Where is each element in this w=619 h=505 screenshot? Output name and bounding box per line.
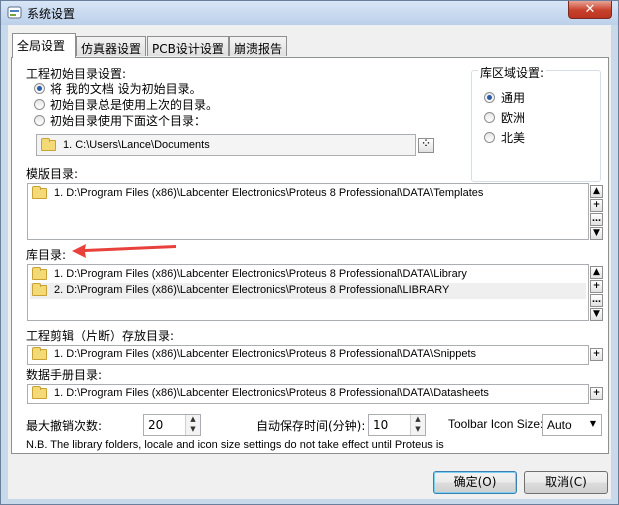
ok-button[interactable]: 确定(O) bbox=[433, 471, 517, 494]
templates-move-down-button[interactable]: ▼ bbox=[590, 227, 603, 240]
radio-custom-dir-label: 初始目录使用下面这个目录： bbox=[50, 114, 207, 128]
plus-icon: + bbox=[592, 200, 601, 210]
close-icon: ✕ bbox=[584, 2, 596, 17]
folder-icon bbox=[32, 386, 47, 399]
close-button[interactable]: ✕ bbox=[568, 1, 612, 19]
list-item[interactable]: 1. D:\Program Files (x86)\Labcenter Elec… bbox=[30, 347, 586, 363]
dialog-client: 全局设置 仿真器设置 PCB设计设置 崩溃报告 工程初始目录设置: 将 我的文档… bbox=[8, 25, 611, 499]
radio-locale-generic-label: 通用 bbox=[501, 91, 526, 105]
app-icon bbox=[7, 6, 22, 19]
snippets-list[interactable]: 1. D:\Program Files (x86)\Labcenter Elec… bbox=[27, 345, 589, 365]
templates-label: 模版目录: bbox=[26, 167, 79, 181]
templates-move-up-button[interactable]: ▲ bbox=[590, 185, 603, 198]
snippets-label: 工程剪辑（片断）存放目录: bbox=[26, 329, 175, 343]
arrow-up-icon: ▲ bbox=[593, 267, 600, 277]
list-item-path: 1. D:\Program Files (x86)\Labcenter Elec… bbox=[54, 387, 489, 399]
templates-list[interactable]: 1. D:\Program Files (x86)\Labcenter Elec… bbox=[27, 183, 589, 240]
list-item[interactable]: 1. D:\Program Files (x86)\Labcenter Elec… bbox=[30, 186, 586, 202]
init-dir-path: 1. C:\Users\Lance\Documents bbox=[63, 139, 210, 151]
library-add-button[interactable]: + bbox=[590, 280, 603, 293]
folder-icon bbox=[41, 138, 56, 151]
library-edit-button[interactable]: … bbox=[590, 294, 603, 307]
templates-edit-button[interactable]: … bbox=[590, 213, 603, 226]
templates-add-button[interactable]: + bbox=[590, 199, 603, 212]
list-item[interactable]: 2. D:\Program Files (x86)\Labcenter Elec… bbox=[30, 283, 586, 299]
radio-locale-north-america[interactable] bbox=[484, 132, 495, 143]
title-bar[interactable]: 系统设置 ✕ bbox=[1, 1, 618, 25]
browse-button[interactable]: ⁘ bbox=[418, 138, 434, 153]
tab-pcb[interactable]: PCB设计设置 bbox=[147, 36, 229, 56]
tab-label: 崩溃报告 bbox=[234, 42, 283, 56]
ellipsis-icon: … bbox=[592, 295, 601, 305]
radio-my-documents[interactable] bbox=[34, 83, 45, 94]
arrow-down-icon: ▼ bbox=[593, 309, 600, 319]
radio-locale-north-america-label: 北美 bbox=[501, 131, 526, 145]
radio-locale-generic[interactable] bbox=[484, 92, 495, 103]
folder-icon bbox=[32, 347, 47, 360]
spin-down-icon[interactable]: ▼ bbox=[411, 425, 425, 435]
list-item[interactable]: 1. D:\Program Files (x86)\Labcenter Elec… bbox=[30, 267, 586, 283]
browse-icon: ⁘ bbox=[422, 139, 430, 149]
library-list[interactable]: 1. D:\Program Files (x86)\Labcenter Elec… bbox=[27, 264, 589, 321]
toolbar-icon-size-label: Toolbar Icon Size: bbox=[448, 417, 544, 431]
radio-my-documents-label: 将 我的文档 设为初始目录。 bbox=[50, 82, 202, 96]
folder-icon bbox=[32, 267, 47, 280]
radio-locale-europe-label: 欧洲 bbox=[501, 111, 526, 125]
undo-count-spinner[interactable]: 20 ▲ ▼ bbox=[143, 414, 201, 436]
locale-group bbox=[471, 70, 601, 182]
autosave-label: 自动保存时间(分钟): bbox=[256, 419, 366, 433]
red-arrow-icon bbox=[72, 244, 176, 258]
radio-last-dir[interactable] bbox=[34, 99, 45, 110]
undo-label: 最大撤销次数: bbox=[26, 419, 103, 433]
radio-last-dir-label: 初始目录总是使用上次的目录。 bbox=[50, 98, 219, 112]
cancel-button[interactable]: 取消(C) bbox=[524, 471, 608, 494]
library-move-down-button[interactable]: ▼ bbox=[590, 308, 603, 321]
restart-note: N.B. The library folders, locale and ico… bbox=[26, 439, 446, 451]
init-dir-path-field[interactable]: 1. C:\Users\Lance\Documents bbox=[36, 134, 416, 156]
list-item-path: 1. D:\Program Files (x86)\Labcenter Elec… bbox=[54, 268, 467, 280]
arrow-down-icon: ▼ bbox=[593, 228, 600, 238]
spin-down-icon[interactable]: ▼ bbox=[186, 425, 200, 435]
list-item-path: 2. D:\Program Files (x86)\Labcenter Elec… bbox=[54, 284, 450, 296]
toolbar-icon-size-value: Auto bbox=[547, 418, 572, 432]
list-item[interactable]: 1. D:\Program Files (x86)\Labcenter Elec… bbox=[30, 386, 586, 402]
tab-label: PCB设计设置 bbox=[152, 42, 224, 56]
folder-icon bbox=[32, 186, 47, 199]
tab-crash-report[interactable]: 崩溃报告 bbox=[229, 36, 287, 56]
ellipsis-icon: … bbox=[592, 214, 601, 224]
radio-locale-europe[interactable] bbox=[484, 112, 495, 123]
plus-icon: + bbox=[592, 349, 601, 359]
list-item-path: 1. D:\Program Files (x86)\Labcenter Elec… bbox=[54, 187, 484, 199]
autosave-minutes-value: 10 bbox=[373, 418, 389, 432]
global-settings-panel: 工程初始目录设置: 将 我的文档 设为初始目录。 初始目录总是使用上次的目录。 … bbox=[11, 57, 609, 454]
folder-icon bbox=[32, 283, 47, 296]
undo-count-value: 20 bbox=[148, 418, 164, 432]
locale-label: 库区域设置: bbox=[478, 64, 547, 81]
ok-button-label: 确定(O) bbox=[453, 475, 497, 489]
datasheets-list[interactable]: 1. D:\Program Files (x86)\Labcenter Elec… bbox=[27, 384, 589, 404]
library-move-up-button[interactable]: ▲ bbox=[590, 266, 603, 279]
tab-simulator[interactable]: 仿真器设置 bbox=[76, 36, 146, 56]
autosave-minutes-spinner[interactable]: 10 ▲ ▼ bbox=[368, 414, 426, 436]
snippets-add-button[interactable]: + bbox=[590, 348, 603, 361]
datasheets-label: 数据手册目录: bbox=[26, 368, 103, 382]
list-item-path: 1. D:\Program Files (x86)\Labcenter Elec… bbox=[54, 348, 477, 360]
settings-window: 系统设置 ✕ 全局设置 仿真器设置 PCB设计设置 崩溃报告 工程初始目录设置:… bbox=[0, 0, 619, 505]
cancel-button-label: 取消(C) bbox=[545, 475, 587, 489]
tab-label: 仿真器设置 bbox=[81, 42, 142, 56]
tab-label: 全局设置 bbox=[17, 39, 66, 53]
tab-global[interactable]: 全局设置 bbox=[12, 33, 76, 58]
chevron-down-icon: ▼ bbox=[589, 419, 596, 428]
radio-custom-dir[interactable] bbox=[34, 115, 45, 126]
arrow-up-icon: ▲ bbox=[593, 186, 600, 196]
library-label: 库目录: bbox=[26, 248, 67, 262]
window-title: 系统设置 bbox=[27, 7, 76, 21]
toolbar-icon-size-select[interactable]: Auto ▼ bbox=[542, 414, 602, 436]
datasheets-add-button[interactable]: + bbox=[590, 387, 603, 400]
plus-icon: + bbox=[592, 388, 601, 398]
plus-icon: + bbox=[592, 281, 601, 291]
